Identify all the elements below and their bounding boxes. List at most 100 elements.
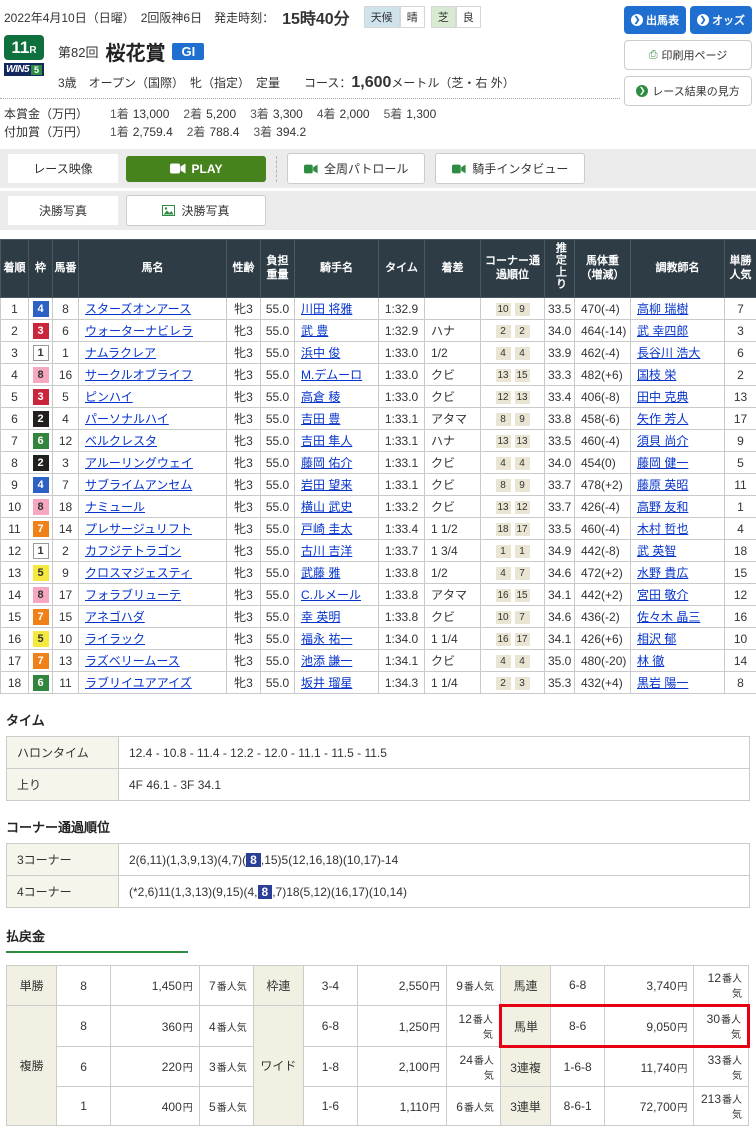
corner4-order: (*2,6)11(1,3,13)(9,15)(4,8,7)18(5,12)(16…: [119, 876, 750, 908]
print-page-button[interactable]: ⎙印刷用ページ: [624, 40, 752, 70]
horse-name-link[interactable]: カフジテトラゴン: [85, 544, 181, 558]
chevron-circle-icon: ❯: [631, 14, 643, 26]
jockey-link[interactable]: C.ルメール: [301, 588, 361, 602]
horse-name-link[interactable]: アネゴハダ: [85, 610, 145, 624]
jockey-link[interactable]: 吉田 隼人: [301, 434, 352, 448]
trainer-link[interactable]: 黒岩 陽一: [637, 676, 688, 690]
jockey-interview-button[interactable]: 騎手インタビュー: [435, 153, 585, 184]
horse-name-link[interactable]: ラズベリームース: [85, 654, 180, 668]
play-button[interactable]: PLAY: [126, 156, 266, 182]
trainer-link[interactable]: 藤原 英昭: [637, 478, 688, 492]
jockey-link[interactable]: 戸崎 圭太: [301, 522, 352, 536]
jockey-link[interactable]: 武 豊: [301, 324, 328, 338]
grade-badge: GI: [172, 43, 204, 60]
jockey-link[interactable]: 浜中 俊: [301, 346, 340, 360]
ninki-suffix: 番人気: [722, 974, 742, 1000]
trainer-link[interactable]: 高野 友和: [637, 500, 688, 514]
horse-name-link[interactable]: ライラック: [85, 632, 145, 646]
trainer-link[interactable]: 国枝 栄: [637, 368, 676, 382]
horse-name-link[interactable]: ベルクレスタ: [85, 434, 157, 448]
frame-cell: 5: [29, 628, 53, 650]
result-row: 535ピンハイ牝355.0高倉 稜1:33.0クビ121333.4406(-8)…: [1, 386, 756, 408]
finish-position: 15: [1, 606, 29, 628]
jockey-link[interactable]: 岩田 望来: [301, 478, 352, 492]
win-popularity: 16: [725, 606, 756, 628]
horse-name-link[interactable]: サブライムアンセム: [85, 478, 192, 492]
horse-number: 4: [53, 408, 79, 430]
horse-name-link[interactable]: フォラブリューテ: [85, 588, 181, 602]
trainer-link[interactable]: 高柳 瑞樹: [637, 302, 688, 316]
horse-number: 14: [53, 518, 79, 540]
horse-name-link[interactable]: ピンハイ: [85, 390, 133, 404]
horse-name-link[interactable]: ウォーターナビレラ: [85, 324, 193, 338]
jockey-link[interactable]: 藤岡 佑介: [301, 456, 352, 470]
corner-order-cell: 1817: [481, 518, 545, 540]
horse-weight: 460(-4): [575, 430, 631, 452]
result-guide-button[interactable]: ❯レース結果の見方: [624, 76, 752, 106]
jockey-link[interactable]: 川田 将雅: [301, 302, 352, 316]
entry-table-button[interactable]: ❯出馬表: [624, 6, 686, 34]
trainer-link[interactable]: 長谷川 浩大: [637, 346, 700, 360]
horse-name-link[interactable]: ナミュール: [85, 500, 145, 514]
trainer-link[interactable]: 佐々木 晶三: [637, 610, 700, 624]
trainer-link[interactable]: 林 徹: [637, 654, 664, 668]
trainer-link[interactable]: 宮田 敬介: [637, 588, 688, 602]
horse-name-link[interactable]: スターズオンアース: [85, 302, 191, 316]
odds-button[interactable]: ❯オッズ: [690, 6, 752, 34]
jockey-link[interactable]: 幸 英明: [301, 610, 340, 624]
corner-position-badge: 13: [515, 391, 530, 404]
jockey-link[interactable]: 福永 祐一: [301, 632, 352, 646]
jockey-link[interactable]: 武藤 雅: [301, 566, 340, 580]
trainer-link[interactable]: 武 英智: [637, 544, 676, 558]
horse-name-link[interactable]: プレサージュリフト: [85, 522, 192, 536]
trainer-link[interactable]: 水野 貴広: [637, 566, 688, 580]
horse-name-link[interactable]: クロスマジェスティ: [85, 566, 192, 580]
col-finish-position: 着順: [1, 240, 29, 298]
horse-name-link[interactable]: サークルオブライフ: [85, 368, 193, 382]
finish-position: 4: [1, 364, 29, 386]
trainer-link[interactable]: 木村 哲也: [637, 522, 688, 536]
sex-age: 牝3: [227, 430, 261, 452]
trainer-link[interactable]: 須貝 尚介: [637, 434, 688, 448]
trainer-link[interactable]: 田中 克典: [637, 390, 688, 404]
corner-position-badge: 17: [515, 523, 530, 536]
jockey-link[interactable]: 横山 武史: [301, 500, 352, 514]
jockey-link[interactable]: M.デムーロ: [301, 368, 362, 382]
jockey-cell: 古川 吉洋: [295, 540, 379, 562]
margin: 1 3/4: [425, 540, 481, 562]
frame-badge: 6: [33, 675, 49, 691]
jockey-link[interactable]: 坂井 瑠星: [301, 676, 352, 690]
jockey-link[interactable]: 吉田 豊: [301, 412, 340, 426]
sex-age: 牝3: [227, 320, 261, 342]
margin: クビ: [425, 452, 481, 474]
patrol-video-button[interactable]: 全周パトロール: [287, 153, 425, 184]
finish-photo-button[interactable]: 決勝写真: [126, 195, 266, 226]
winner-number-mark: 8: [246, 853, 261, 867]
jockey-cell: 浜中 俊: [295, 342, 379, 364]
turf-condition-value: 良: [456, 6, 481, 28]
horse-name-link[interactable]: ラブリイユアアイズ: [85, 676, 192, 690]
horse-name-cell: パーソナルハイ: [79, 408, 227, 430]
win-popularity: 14: [725, 650, 756, 672]
sex-age: 牝3: [227, 364, 261, 386]
trainer-link[interactable]: 相沢 郁: [637, 632, 676, 646]
sex-age: 牝3: [227, 672, 261, 694]
trainer-link[interactable]: 矢作 芳人: [637, 412, 688, 426]
payout-combination: 1: [57, 1087, 111, 1126]
jockey-link[interactable]: 高倉 稜: [301, 390, 340, 404]
horse-name-link[interactable]: アルーリングウェイ: [85, 456, 193, 470]
ninki-suffix: 番人気: [217, 1023, 247, 1034]
corner-position-badge: 10: [496, 303, 511, 316]
carried-weight: 55.0: [261, 386, 295, 408]
horse-name-link[interactable]: ナムラクレア: [85, 346, 156, 360]
horse-name-link[interactable]: パーソナルハイ: [85, 412, 169, 426]
frame-badge: 7: [33, 609, 49, 625]
trainer-link[interactable]: 藤岡 健一: [637, 456, 688, 470]
corner-order-cell: 44: [481, 342, 545, 364]
finish-time: 1:33.0: [379, 386, 425, 408]
frame-badge: 4: [33, 477, 49, 493]
jockey-link[interactable]: 池添 謙一: [301, 654, 352, 668]
trainer-cell: 相沢 郁: [631, 628, 725, 650]
jockey-link[interactable]: 古川 吉洋: [301, 544, 352, 558]
trainer-link[interactable]: 武 幸四郎: [637, 324, 688, 338]
